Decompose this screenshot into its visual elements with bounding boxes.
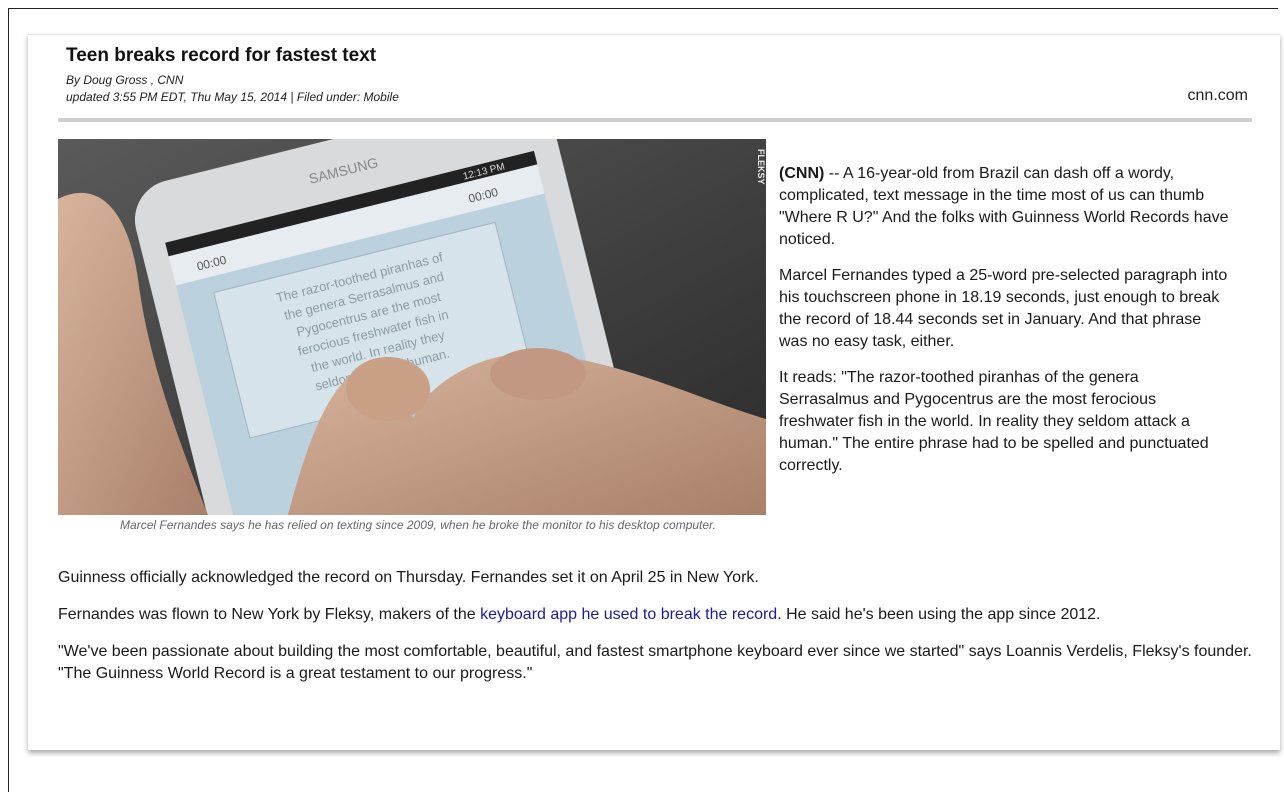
paragraph-5: Fernandes was flown to New York by Fleks… [58,604,1258,626]
paragraph-2: Marcel Fernandes typed a 25-word pre-sel… [779,267,1228,350]
paragraph-1: (CNN) -- A 16-year-old from Brazil can d… [779,163,1229,251]
source-site: cnn.com [1187,87,1248,104]
paragraph-4: Guinness officially acknowledged the rec… [58,569,759,586]
paragraph-1-text: -- A 16-year-old from Brazil can dash of… [779,165,1229,248]
article-byline: By Doug Gross , CNN [66,73,184,87]
paragraph-6: "We've been passionate about building th… [58,643,1252,682]
dateline: (CNN) [779,165,825,182]
phone-photo-illustration: SAMSUNG 12:13 PM 00:00 00:00 The razor-t… [58,139,766,515]
article-side-column: (CNN) -- A 16-year-old from Brazil can d… [779,163,1229,491]
keyboard-app-link[interactable]: keyboard app he used to break the record [480,606,777,623]
article-title: Teen breaks record for fastest text [66,45,377,66]
article-body: Guinness officially acknowledged the rec… [58,567,1258,700]
paragraph-5-tail: . He said he's been using the app since … [777,606,1101,623]
photo-credit: FLEKSY [756,149,766,185]
article-card: Teen breaks record for fastest text By D… [28,34,1280,750]
paragraph-5-text: Fernandes was flown to New York by Fleks… [58,606,481,623]
paragraph-3: It reads: "The razor-toothed piranhas of… [779,369,1209,474]
photo-caption: Marcel Fernandes says he has relied on t… [120,518,716,532]
article-updated: updated 3:55 PM EDT, Thu May 15, 2014 | … [66,90,399,104]
header-divider [58,118,1252,122]
article-photo: SAMSUNG 12:13 PM 00:00 00:00 The razor-t… [58,139,766,515]
